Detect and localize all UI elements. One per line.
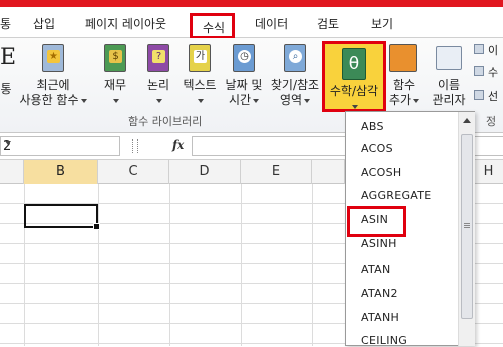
more-functions-button[interactable]: 함수 추가 bbox=[386, 44, 422, 108]
group-label-defined-names-partial: 정 bbox=[486, 115, 497, 128]
menu-item-asinh[interactable]: ASINH bbox=[361, 237, 397, 250]
tab-view[interactable]: 보기 bbox=[371, 15, 393, 32]
financial-button[interactable]: $ 재무 bbox=[97, 44, 133, 108]
use-in-formula-label[interactable]: 수 bbox=[488, 64, 498, 80]
name-tags-icon bbox=[436, 46, 462, 70]
column-header-b[interactable]: B bbox=[24, 160, 98, 184]
column-header-c[interactable]: C bbox=[98, 160, 169, 184]
column-header-e[interactable]: E bbox=[241, 160, 312, 184]
tab-home-partial[interactable]: 통 bbox=[0, 15, 11, 32]
text-button[interactable]: 가 텍스트 bbox=[180, 44, 220, 108]
tab-data[interactable]: 데이터 bbox=[255, 15, 288, 32]
books-stack-icon bbox=[389, 44, 417, 72]
name-manager-label-2: 관리자 bbox=[432, 93, 466, 107]
create-from-selection-icon bbox=[474, 90, 484, 100]
menu-item-asin[interactable]: ASIN bbox=[361, 213, 388, 226]
lookup-label-2: 영역 bbox=[268, 93, 322, 108]
corner-header[interactable] bbox=[0, 160, 24, 184]
name-box[interactable]: 2 bbox=[0, 136, 120, 156]
text-book-icon: 가 bbox=[189, 44, 211, 72]
create-from-selection-label[interactable]: 선 bbox=[488, 88, 498, 104]
name-manager-label-1: 이름 bbox=[437, 78, 461, 92]
more-functions-label-1: 함수 bbox=[392, 78, 416, 92]
financial-label: 재무 bbox=[103, 78, 127, 92]
tab-formulas-label: 수식 bbox=[203, 21, 226, 35]
tab-formulas[interactable]: 수식 bbox=[190, 13, 235, 39]
clock-book-icon: ◷ bbox=[233, 44, 255, 72]
menu-item-ceiling[interactable]: CEILING bbox=[361, 334, 407, 347]
resize-handle[interactable] bbox=[132, 139, 138, 153]
logical-button[interactable]: ? 논리 bbox=[140, 44, 176, 108]
use-in-formula-icon bbox=[474, 66, 484, 76]
menu-item-atan[interactable]: ATAN bbox=[361, 263, 391, 276]
menu-item-acosh[interactable]: ACOSH bbox=[361, 166, 401, 179]
date-time-button[interactable]: ◷ 날짜 및 시간 bbox=[222, 44, 266, 108]
date-time-label-1: 날짜 및 bbox=[225, 78, 263, 92]
define-name-icon bbox=[474, 44, 484, 54]
lookup-label-1: 찾기/참조 bbox=[270, 78, 320, 92]
magnifier-book-icon: ⌕ bbox=[284, 44, 306, 72]
math-trig-label: 수학/삼각 bbox=[329, 84, 379, 98]
theta-book-icon: θ bbox=[342, 48, 366, 80]
date-time-label-2: 시간 bbox=[222, 93, 266, 108]
menu-item-abs[interactable]: ABS bbox=[361, 120, 384, 133]
insert-function-button-partial[interactable]: E 통 bbox=[0, 44, 17, 97]
more-functions-label-2: 추가 bbox=[386, 93, 422, 108]
lookup-reference-button[interactable]: ⌕ 찾기/참조 영역 bbox=[268, 44, 322, 108]
grid-line bbox=[241, 184, 242, 346]
recent-functions-label-2: 사용한 함수 bbox=[17, 93, 89, 108]
grid-line bbox=[98, 184, 99, 346]
name-manager-button[interactable]: 이름 관리자 bbox=[426, 44, 472, 108]
grid-line bbox=[312, 184, 313, 346]
menu-item-aggregate[interactable]: AGGREGATE bbox=[361, 189, 432, 202]
math-trig-dropdown: ABS ACOS ACOSH AGGREGATE ASIN ASINH ATAN… bbox=[345, 111, 475, 347]
grid-line bbox=[169, 184, 170, 346]
recent-functions-button[interactable]: ★ 최근에 사용한 함수 bbox=[17, 44, 89, 108]
logical-label: 논리 bbox=[146, 78, 170, 92]
menu-item-acos[interactable]: ACOS bbox=[361, 142, 393, 155]
selected-cell[interactable] bbox=[24, 204, 100, 230]
tab-insert[interactable]: 삽입 bbox=[33, 15, 55, 32]
defined-names-group-partial: 이 수 선 bbox=[474, 42, 503, 112]
column-header-d[interactable]: D bbox=[169, 160, 241, 184]
column-header-h[interactable]: H bbox=[474, 160, 503, 184]
tab-review[interactable]: 검토 bbox=[317, 15, 339, 32]
scrollbar-thumb[interactable] bbox=[461, 134, 473, 319]
group-label-function-library: 함수 라이브러리 bbox=[128, 115, 203, 128]
menu-item-atanh[interactable]: ATANH bbox=[361, 311, 399, 324]
menu-item-atan2[interactable]: ATAN2 bbox=[361, 287, 398, 300]
star-book-icon: ★ bbox=[42, 44, 64, 72]
dropdown-scrollbar[interactable] bbox=[458, 112, 475, 346]
finance-book-icon: $ bbox=[104, 44, 126, 72]
grip-icon bbox=[464, 223, 470, 224]
insert-function-label-1: E bbox=[0, 45, 17, 70]
chevron-down-icon[interactable] bbox=[5, 141, 11, 145]
insert-function-fx-button[interactable]: fx bbox=[172, 138, 184, 152]
insert-function-label-2: 통 bbox=[0, 82, 12, 96]
text-label: 텍스트 bbox=[183, 78, 217, 92]
column-header-f-partial[interactable] bbox=[312, 160, 345, 184]
ribbon-tabs: 통 삽입 페이지 레이아웃 수식 데이터 검토 보기 bbox=[0, 7, 503, 39]
title-bar-strip bbox=[0, 0, 503, 7]
tab-page-layout[interactable]: 페이지 레이아웃 bbox=[85, 15, 166, 32]
scroll-up-arrow-icon[interactable] bbox=[463, 118, 471, 123]
question-book-icon: ? bbox=[147, 44, 169, 72]
define-name-label[interactable]: 이 bbox=[488, 42, 498, 58]
recent-functions-label-1: 최근에 bbox=[36, 78, 70, 92]
math-trig-button[interactable]: θ 수학/삼각 bbox=[322, 41, 386, 112]
